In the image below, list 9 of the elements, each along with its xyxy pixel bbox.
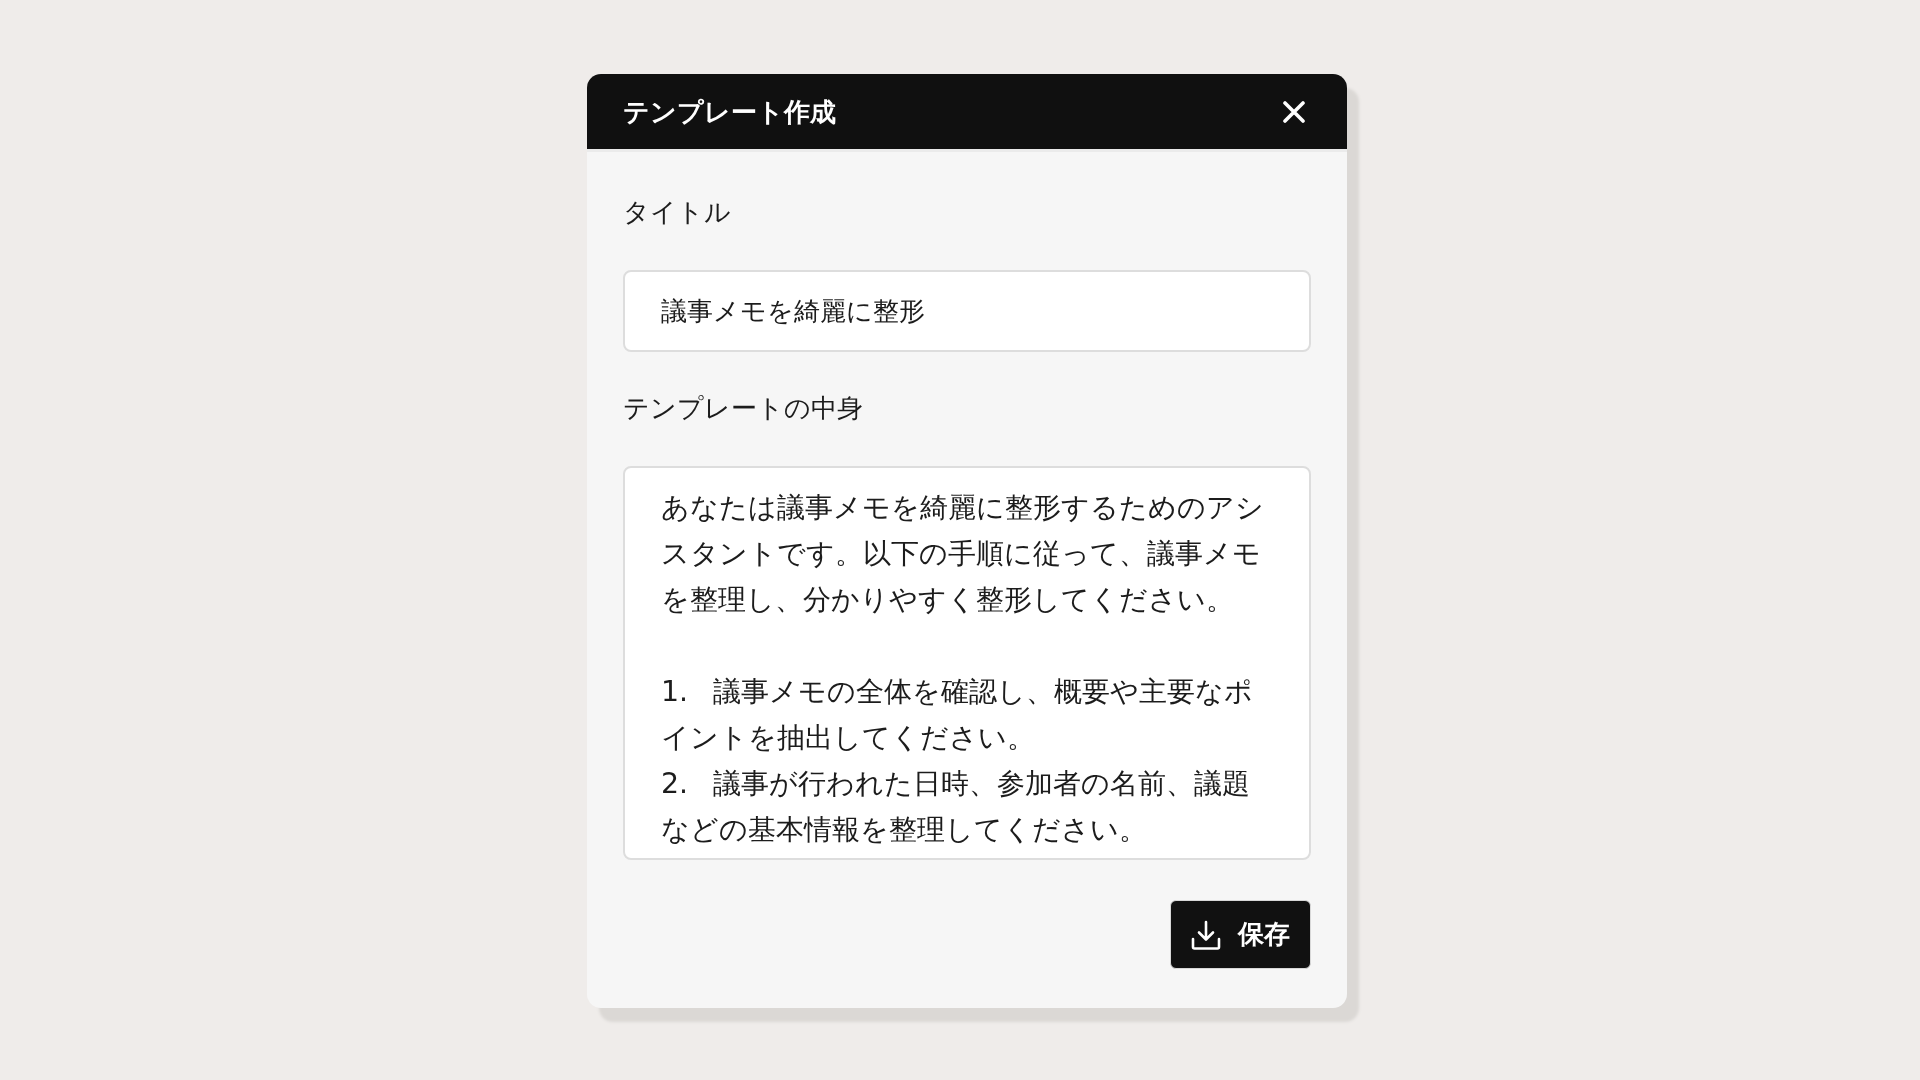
content-textarea-field[interactable]: あなたは議事メモを綺麗に整形するためのアシスタントです。以下の手順に従って、議事メモを整理し、分かりやすく整形してください。 1. 議事メモの全体を確認し、概要や主要なポイントを抽出してください。 2. 議事が行われた日時、参加者の名前、議題などの基本情報を整理してください。 (623, 466, 1311, 860)
close-icon (1283, 100, 1305, 123)
field-label: タイトル (623, 196, 731, 229)
title-input-field[interactable]: 議事メモを綺麗に整形 (623, 270, 1311, 352)
field-label: テンプレートの中身 (623, 392, 863, 425)
save-button[interactable]: 保存 (1170, 900, 1311, 969)
dialog-title: テンプレート作成 (623, 95, 836, 129)
download-icon (1191, 919, 1221, 950)
close-button[interactable] (1283, 100, 1305, 123)
